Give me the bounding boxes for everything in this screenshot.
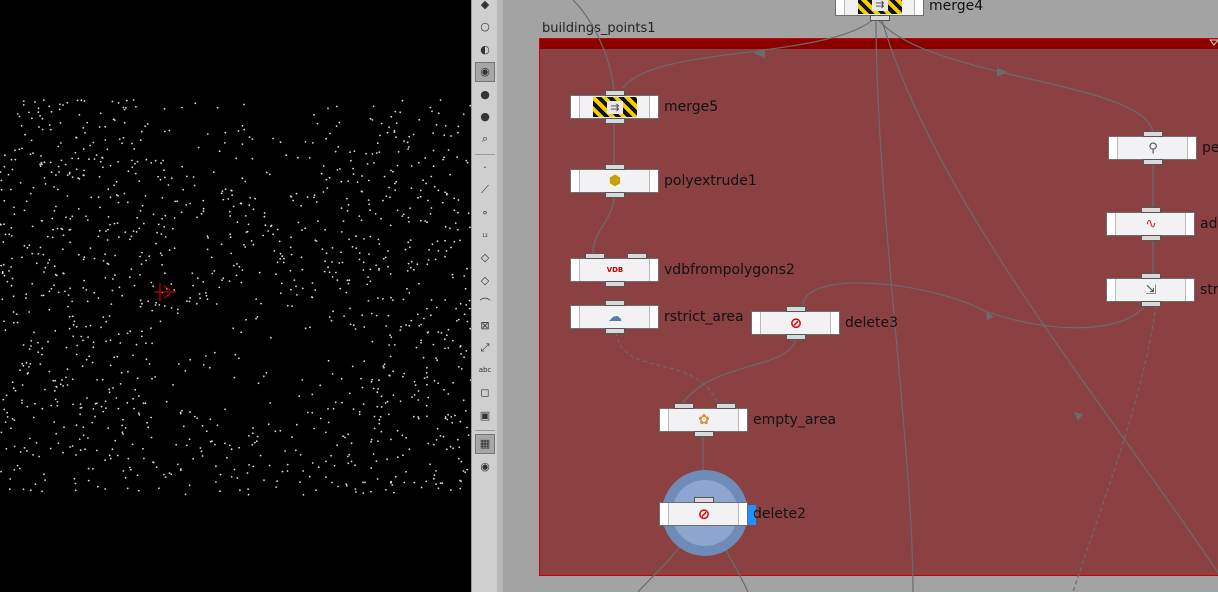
origin-axis-icon xyxy=(154,283,176,301)
node-delete3[interactable]: ⊘ xyxy=(751,306,840,340)
vertex-icon[interactable]: ∘ xyxy=(475,203,495,223)
image-icon[interactable]: ▣ xyxy=(475,405,495,425)
primitive-icon[interactable]: ◇ xyxy=(475,248,495,268)
node-label-ad[interactable]: ad xyxy=(1200,216,1217,232)
node-label-str[interactable]: str xyxy=(1200,282,1218,298)
node-label-delete3[interactable]: delete3 xyxy=(845,315,898,331)
edge-icon[interactable]: ⟋ xyxy=(475,180,495,200)
network-editor[interactable]: buildings_points1 ⇉ merge4 ⇉ merge5 ⬢ po… xyxy=(503,0,1218,592)
node-empty-area[interactable]: ✿ xyxy=(659,403,748,437)
scene-viewport[interactable] xyxy=(0,0,471,592)
node-label-merge5[interactable]: merge5 xyxy=(664,99,718,115)
node-vdbfrompolygons2[interactable]: VDB xyxy=(570,253,659,287)
node-pe[interactable]: ⚲ xyxy=(1108,131,1197,165)
delete-icon: ⊘ xyxy=(697,505,711,523)
transform-icon[interactable]: ⊠ xyxy=(475,315,495,335)
prim-number-icon[interactable]: ◇ xyxy=(475,270,495,290)
netbox-collapse-icon[interactable] xyxy=(1209,39,1218,47)
viewport-toolbar: ◆ ○ ◐ ◉ ● ● ⌕ · ⟋ ∘ ₁₂ ◇ ◇ ⌒ ⊠ ⤢ abc ◻ ▣ ▦ ◉ xyxy=(471,0,499,592)
polyextrude-icon: ⬢ xyxy=(608,173,622,189)
text-icon[interactable]: abc xyxy=(475,360,495,380)
rstrict-icon: ☁ xyxy=(608,309,622,325)
circle-icon[interactable]: ○ xyxy=(475,17,495,37)
node-label-rstrict-area[interactable]: rstrict_area xyxy=(664,309,744,325)
comment-icon[interactable]: ◻ xyxy=(475,383,495,403)
node-delete2[interactable]: ⊘ xyxy=(659,497,756,526)
node-ad[interactable]: ∿ xyxy=(1106,207,1195,241)
node-merge4[interactable]: ⇉ xyxy=(835,0,924,21)
handle-icon[interactable]: ⤢ xyxy=(475,338,495,358)
grid-view-icon[interactable]: ▦ xyxy=(475,433,495,454)
pe-icon: ⚲ xyxy=(1148,140,1158,156)
node-label-delete2[interactable]: delete2 xyxy=(753,506,806,522)
node-merge5[interactable]: ⇉ xyxy=(570,90,659,124)
node-rstrict-area[interactable]: ☁ xyxy=(570,300,659,334)
node-label-merge4[interactable]: merge4 xyxy=(929,0,983,14)
node-label-vdbfrompolygons2[interactable]: vdbfrompolygons2 xyxy=(664,262,795,278)
eye-icon[interactable]: ◉ xyxy=(475,456,495,476)
ambient-light-icon[interactable]: ● xyxy=(475,84,495,104)
curve-icon[interactable]: ⌒ xyxy=(475,293,495,313)
delete-icon: ⊘ xyxy=(789,314,803,332)
sphere-icon[interactable]: ● xyxy=(475,107,495,127)
node-polyextrude1[interactable]: ⬢ xyxy=(570,164,659,198)
vdb-icon: VDB xyxy=(606,266,624,274)
ad-icon: ∿ xyxy=(1145,216,1157,232)
node-label-empty-area[interactable]: empty_area xyxy=(753,412,836,428)
camera-icon[interactable]: ⌕ xyxy=(475,129,495,149)
merge-icon: ⇉ xyxy=(858,0,902,14)
node-label-pe[interactable]: pe xyxy=(1202,140,1218,156)
toolbar-separator xyxy=(475,153,495,155)
select-tool-icon[interactable]: ◆ xyxy=(475,0,495,14)
node-str[interactable]: ⇲ xyxy=(1106,273,1195,307)
empty-area-icon: ✿ xyxy=(698,412,710,428)
light-icon[interactable]: ◐ xyxy=(475,39,495,59)
node-label-polyextrude1[interactable]: polyextrude1 xyxy=(664,173,757,189)
point-icon[interactable]: · xyxy=(475,158,495,178)
number-icon[interactable]: ₁₂ xyxy=(475,225,495,245)
toolbar-separator xyxy=(475,429,495,431)
merge-icon: ⇉ xyxy=(593,97,637,117)
str-icon: ⇲ xyxy=(1145,282,1157,298)
spot-light-icon[interactable]: ◉ xyxy=(475,61,495,82)
